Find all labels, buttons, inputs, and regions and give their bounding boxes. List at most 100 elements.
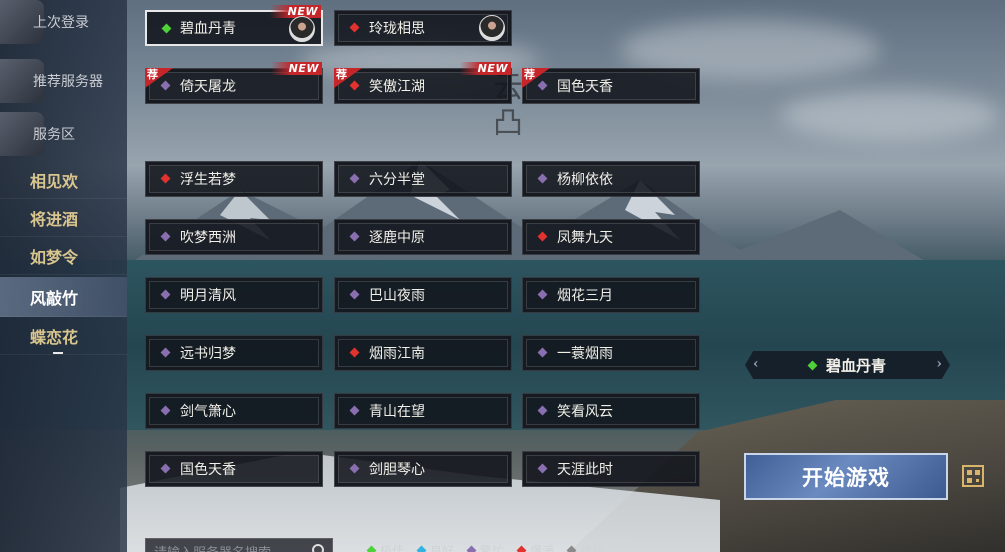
character-avatar-icon	[479, 15, 505, 41]
server-name: 逐鹿中原	[369, 229, 425, 245]
server-name: 笑看风云	[557, 403, 613, 419]
sidebar-item-label: 服务区	[33, 126, 75, 142]
status-diamond-icon	[566, 545, 577, 552]
status-diamond-icon	[160, 173, 171, 184]
status-diamond-icon	[537, 405, 548, 416]
start-game-button[interactable]: 开始游戏	[744, 453, 948, 500]
server-button[interactable]: 青山在望	[334, 393, 512, 429]
server-button[interactable]: 凤舞九天	[522, 219, 700, 255]
sidebar-category[interactable]: 相见欢	[0, 161, 127, 199]
status-diamond-icon	[160, 289, 171, 300]
server-button[interactable]: 剑气箫心	[145, 393, 323, 429]
server-button[interactable]: 明月清风	[145, 277, 323, 313]
scroll-indicator	[53, 352, 63, 354]
status-diamond-icon	[160, 231, 171, 242]
server-button[interactable]: 六分半堂	[334, 161, 512, 197]
search-input[interactable]	[154, 544, 304, 552]
status-diamond-icon	[466, 545, 477, 552]
status-diamond-icon	[160, 405, 171, 416]
server-name: 杨柳依依	[557, 171, 613, 187]
server-button[interactable]: 逐鹿中原	[334, 219, 512, 255]
new-badge: NEW	[459, 62, 511, 75]
server-button[interactable]: 一蓑烟雨	[522, 335, 700, 371]
current-server-bar[interactable]: ‹ 碧血丹青 ›	[745, 351, 950, 379]
server-button[interactable]: 浮生若梦	[145, 161, 323, 197]
server-button[interactable]: 笑傲江湖荐 NEW	[334, 62, 512, 104]
legend-label: 爆满	[530, 544, 555, 552]
sidebar-item-label: 上次登录	[33, 14, 89, 30]
server-sidebar: 上次登录 推荐服务器 服务区 相见欢 将进酒 如梦令 风敲竹 蝶恋花	[0, 0, 127, 552]
server-name: 国色天香	[557, 78, 613, 94]
status-diamond-icon	[160, 463, 171, 474]
status-diamond-icon	[349, 463, 360, 474]
server-button[interactable]: 倚天屠龙荐 NEW	[145, 62, 323, 104]
search-icon[interactable]	[312, 544, 324, 552]
server-name: 烟花三月	[557, 287, 613, 303]
status-diamond-icon	[160, 80, 171, 91]
sidebar-item-server-zone[interactable]: 服务区	[0, 112, 127, 156]
server-name: 笑傲江湖	[369, 78, 425, 94]
legend-label: 极佳	[380, 544, 405, 552]
server-button[interactable]: 碧血丹青 NEW	[145, 5, 323, 46]
mountains	[120, 160, 1005, 280]
category-label: 蝶恋花	[30, 327, 79, 347]
server-button[interactable]: 吹梦西洲	[145, 219, 323, 255]
server-name: 剑气箫心	[180, 403, 236, 419]
status-diamond-icon	[161, 23, 172, 34]
server-button[interactable]: 杨柳依依	[522, 161, 700, 197]
status-diamond-icon	[807, 360, 818, 370]
server-button[interactable]: 远书归梦	[145, 335, 323, 371]
status-diamond-icon	[349, 80, 360, 91]
legend-item: 良好	[416, 542, 454, 552]
server-name: 玲珑相思	[369, 20, 425, 36]
server-button[interactable]: 烟花三月	[522, 277, 700, 313]
server-button[interactable]: 玲珑相思	[334, 10, 512, 46]
status-diamond-icon	[349, 173, 360, 184]
status-diamond-icon	[160, 347, 171, 358]
legend-label: 繁忙	[480, 544, 505, 552]
server-name: 巴山夜雨	[369, 287, 425, 303]
server-name: 一蓑烟雨	[557, 345, 613, 361]
server-name: 碧血丹青	[180, 20, 236, 36]
sidebar-category-active[interactable]: 风敲竹	[0, 277, 127, 317]
server-name: 远书归梦	[180, 345, 236, 361]
category-label: 相见欢	[30, 171, 79, 191]
server-name: 凤舞九天	[557, 229, 613, 245]
legend-item: 繁忙	[466, 542, 505, 552]
status-diamond-icon	[349, 22, 360, 33]
status-legend: 极佳 良好 繁忙 爆满 维护	[366, 542, 604, 552]
qr-code-icon[interactable]	[962, 465, 984, 487]
chevron-left-icon[interactable]: ‹	[753, 356, 759, 372]
server-name: 烟雨江南	[369, 345, 425, 361]
chevron-right-icon[interactable]: ›	[936, 356, 942, 372]
status-diamond-icon	[537, 289, 548, 300]
server-search[interactable]	[145, 538, 333, 552]
server-button[interactable]: 巴山夜雨	[334, 277, 512, 313]
status-diamond-icon	[349, 231, 360, 242]
legend-item: 维护	[566, 542, 604, 552]
legend-item: 爆满	[516, 542, 555, 552]
server-name: 国色天香	[180, 461, 236, 477]
sidebar-category[interactable]: 蝶恋花	[0, 317, 127, 355]
category-label: 将进酒	[30, 209, 79, 229]
server-button[interactable]: 剑胆琴心	[334, 451, 512, 487]
server-name: 天涯此时	[557, 461, 613, 477]
server-button[interactable]: 天涯此时	[522, 451, 700, 487]
current-server-name: 碧血丹青	[825, 356, 886, 375]
sidebar-category[interactable]: 如梦令	[0, 237, 127, 275]
server-button[interactable]: 国色天香	[145, 451, 323, 487]
sidebar-item-last-login[interactable]: 上次登录	[0, 0, 127, 44]
status-diamond-icon	[366, 545, 377, 552]
server-button[interactable]: 烟雨江南	[334, 335, 512, 371]
server-name: 剑胆琴心	[369, 461, 425, 477]
server-button[interactable]: 笑看风云	[522, 393, 700, 429]
sidebar-category[interactable]: 将进酒	[0, 199, 127, 237]
status-diamond-icon	[537, 463, 548, 474]
server-button[interactable]: 国色天香荐	[522, 68, 700, 104]
status-diamond-icon	[537, 347, 548, 358]
sidebar-item-recommended[interactable]: 推荐服务器	[0, 59, 127, 103]
server-name: 倚天屠龙	[180, 78, 236, 94]
status-diamond-icon	[537, 173, 548, 184]
sidebar-item-label: 推荐服务器	[33, 73, 103, 89]
category-label: 风敲竹	[30, 288, 79, 308]
